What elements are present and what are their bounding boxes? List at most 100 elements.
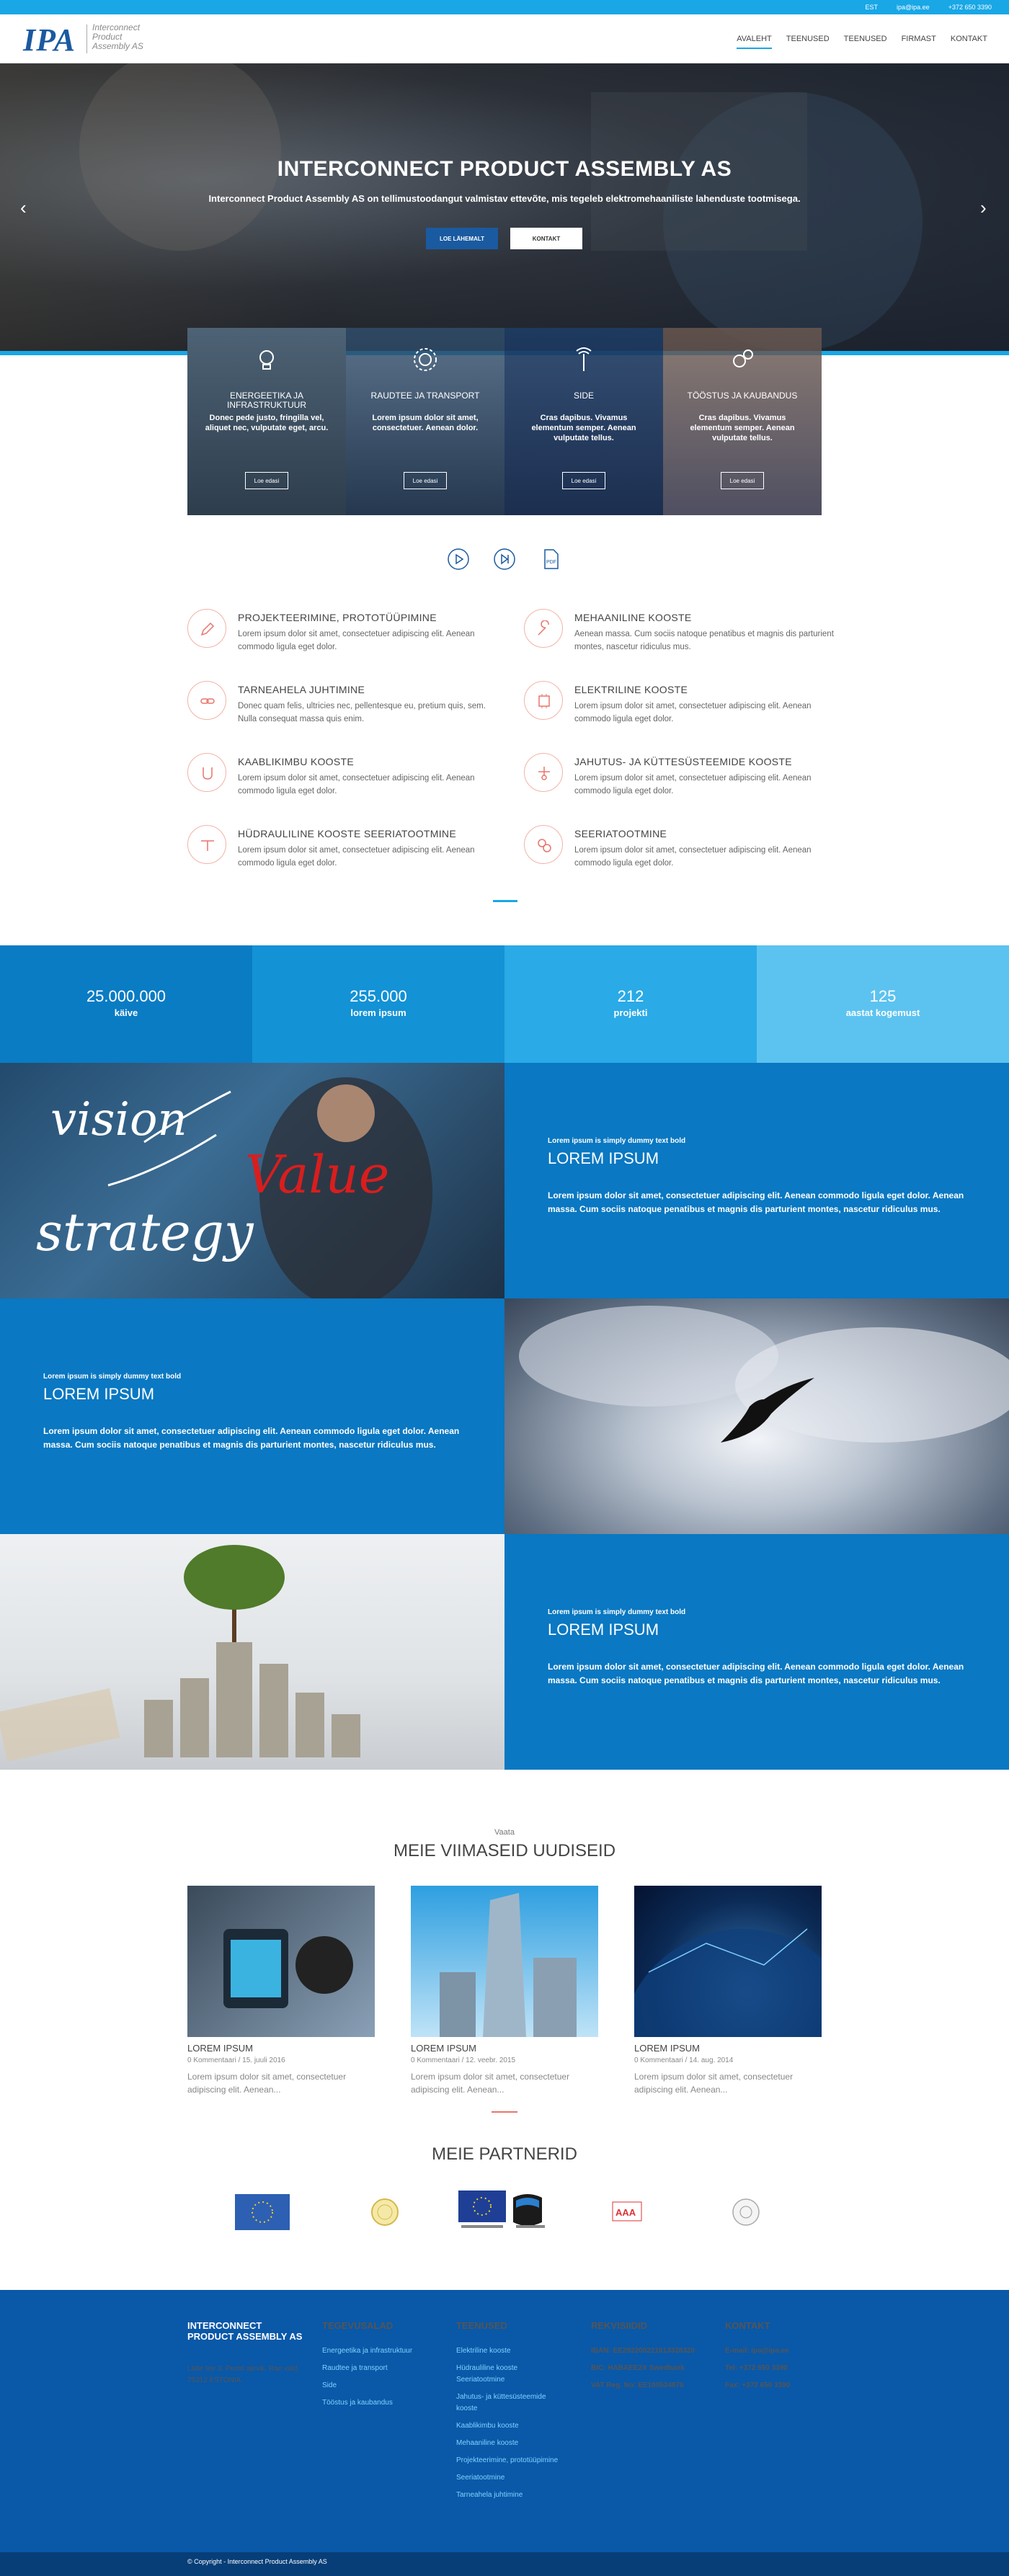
news-card[interactable]: LOREM IPSUM 0 Kommentaari / 15. juuli 20… bbox=[187, 1886, 375, 2096]
card-title: RAUDTEE JA TRANSPORT bbox=[370, 391, 480, 401]
top-bar: EST ipa@ipa.ee +372 650 3390 bbox=[0, 0, 1009, 14]
card-text: Cras dapibus. Vivamus elementum semper. … bbox=[531, 414, 636, 442]
footer-heading: KONTAKT bbox=[725, 2320, 770, 2331]
logo-text[interactable]: Interconnect Product Assembly AS bbox=[92, 23, 143, 51]
aaa-credit-logo[interactable]: AAA bbox=[609, 2196, 645, 2228]
service-icon-circle bbox=[524, 753, 563, 792]
hero-read-more-button[interactable]: LOE LÄHEMALT bbox=[426, 228, 498, 249]
hero-slider: INTERCONNECT PRODUCT ASSEMBLY AS Interco… bbox=[0, 63, 1009, 352]
service-icon-circle bbox=[187, 825, 226, 864]
footer-link[interactable]: Side bbox=[322, 2380, 445, 2392]
thermometer-icon bbox=[538, 767, 550, 780]
footer-iban: IBAN: EE292200221013328320 bbox=[591, 2347, 695, 2355]
nav-teenused[interactable]: TEENUSED bbox=[844, 35, 887, 49]
nav-firmast[interactable]: FIRMAST bbox=[902, 35, 936, 49]
industry-card-transport[interactable]: RAUDTEE JA TRANSPORT Lorem ipsum dolor s… bbox=[346, 328, 504, 515]
card-read-more-button[interactable]: Loe edasi bbox=[404, 472, 447, 489]
footer-link[interactable]: Raudtee ja transport bbox=[322, 2363, 445, 2374]
service-item[interactable]: ELEKTRILINE KOOSTE Lorem ipsum dolor sit… bbox=[524, 681, 848, 739]
nav-avaleht[interactable]: AVALEHT bbox=[737, 35, 772, 49]
news-title-text[interactable]: LOREM IPSUM bbox=[187, 2043, 375, 2054]
footer-company: INTERCONNECT PRODUCT ASSEMBLY AS Lätte t… bbox=[187, 2320, 310, 2386]
top-email-link[interactable]: ipa@ipa.ee bbox=[897, 4, 930, 11]
footer-phone[interactable]: Tel: +372 650 3390 bbox=[725, 2363, 848, 2374]
language-selector[interactable]: EST bbox=[866, 4, 879, 11]
top-phone-link[interactable]: +372 650 3390 bbox=[948, 4, 992, 11]
card-read-more-button[interactable]: Loe edasi bbox=[245, 472, 288, 489]
forward-circle-icon[interactable] bbox=[493, 548, 516, 571]
feature-image-sky bbox=[504, 1298, 1009, 1534]
stat-label: projekti bbox=[613, 1007, 648, 1018]
stat-number: 212 bbox=[617, 987, 644, 1005]
news-excerpt: Lorem ipsum dolor sit amet, consectetuer… bbox=[411, 2072, 570, 2095]
service-item[interactable]: KAABLIKIMBU KOOSTE Lorem ipsum dolor sit… bbox=[187, 753, 512, 811]
wrench-icon bbox=[538, 620, 549, 636]
footer-link[interactable]: Tööstus ja kaubandus bbox=[322, 2397, 445, 2409]
feature-text: Lorem ipsum dolor sit amet, consectetuer… bbox=[43, 1426, 460, 1450]
news-image[interactable] bbox=[187, 1886, 375, 2037]
footer-email[interactable]: E-mail: ipa@ipa.ee bbox=[725, 2345, 848, 2357]
main-nav: AVALEHT TEENUSED TEENUSED FIRMAST KONTAK… bbox=[737, 35, 987, 49]
service-title: HÜDRAULILINE KOOSTE SEERIATOOTMINE bbox=[238, 828, 456, 839]
eu-funds-logo[interactable] bbox=[458, 2191, 552, 2238]
lightbulb-icon bbox=[259, 350, 274, 370]
news-title-text[interactable]: LOREM IPSUM bbox=[634, 2043, 822, 2054]
hero-contact-button[interactable]: KONTAKT bbox=[510, 228, 582, 249]
eu-flag-logo[interactable] bbox=[235, 2194, 290, 2230]
service-item[interactable]: SEERIATOOTMINE Lorem ipsum dolor sit ame… bbox=[524, 825, 848, 883]
service-item[interactable]: PROJEKTEERIMINE, PROTOTÜÜPIMINE Lorem ip… bbox=[187, 609, 512, 667]
feature-image-coins bbox=[0, 1534, 504, 1770]
footer-link[interactable]: Hüdrauliline kooste Seeriatootmine bbox=[456, 2363, 564, 2386]
industry-card-energy[interactable]: ENERGEETIKA JA INFRASTRUKTUUR Donec pede… bbox=[187, 328, 346, 515]
card-title: ENERGEETIKA JA INFRASTRUKTUUR bbox=[227, 391, 306, 410]
card-text: Lorem ipsum dolor sit amet, consectetuer… bbox=[372, 414, 479, 432]
antenna-icon bbox=[576, 347, 592, 371]
logo-mark[interactable]: IPA bbox=[23, 22, 76, 58]
copyright-bar: © Copyright - Interconnect Product Assem… bbox=[0, 2552, 1009, 2576]
service-icon-circle bbox=[524, 609, 563, 648]
footer-link[interactable]: Elektriline kooste bbox=[456, 2345, 564, 2357]
news-meta: 0 Kommentaari / 14. aug. 2014 bbox=[634, 2056, 734, 2064]
pdf-document-icon[interactable]: PDF bbox=[539, 548, 562, 571]
slider-prev-icon[interactable]: ‹ bbox=[20, 197, 27, 219]
industry-cards: ENERGEETIKA JA INFRASTRUKTUUR Donec pede… bbox=[187, 328, 822, 515]
service-item[interactable]: JAHUTUS- JA KÜTTESÜSTEEMIDE KOOSTE Lorem… bbox=[524, 753, 848, 811]
news-image[interactable] bbox=[411, 1886, 598, 2037]
seal-logo[interactable] bbox=[370, 2198, 399, 2227]
slider-next-icon[interactable]: › bbox=[980, 197, 987, 219]
footer-link[interactable]: Seeriatootmine bbox=[456, 2472, 564, 2484]
service-text: Donec quam felis, ultricies nec, pellent… bbox=[238, 702, 486, 723]
camera-image bbox=[223, 1929, 353, 2008]
footer-link[interactable]: Projekteerimine, prototüüpimine bbox=[456, 2455, 564, 2466]
footer-heading: TEENUSED bbox=[456, 2320, 507, 2331]
card-text: Cras dapibus. Vivamus elementum semper. … bbox=[690, 414, 795, 442]
service-item[interactable]: TARNEAHELA JUHTIMINE Donec quam felis, u… bbox=[187, 681, 512, 739]
hero-title: INTERCONNECT PRODUCT ASSEMBLY AS bbox=[277, 157, 732, 181]
news-title-text[interactable]: LOREM IPSUM bbox=[411, 2043, 598, 2054]
cogs-icon bbox=[733, 349, 753, 367]
nav-tegevusalad[interactable]: TEENUSED bbox=[786, 35, 830, 49]
chamber-of-commerce-logo[interactable] bbox=[730, 2196, 762, 2228]
service-item[interactable]: MEHAANILINE KOOSTE Aenean massa. Cum soc… bbox=[524, 609, 848, 667]
stat-box: 212 projekti bbox=[504, 945, 757, 1063]
card-read-more-button[interactable]: Loe edasi bbox=[562, 472, 605, 489]
play-circle-icon[interactable] bbox=[447, 548, 470, 571]
industry-card-communication[interactable]: SIDE Cras dapibus. Vivamus elementum sem… bbox=[504, 328, 663, 515]
gear-icon bbox=[414, 348, 437, 371]
feature-text: Lorem ipsum dolor sit amet, consectetuer… bbox=[548, 1190, 964, 1214]
nav-kontakt[interactable]: KONTAKT bbox=[951, 35, 987, 49]
service-item[interactable]: HÜDRAULILINE KOOSTE SEERIATOOTMINE Lorem… bbox=[187, 825, 512, 883]
footer-link[interactable]: Jahutus- ja küttesüsteemide kooste bbox=[456, 2392, 564, 2415]
footer-link[interactable]: Kaablikimbu kooste bbox=[456, 2420, 564, 2432]
footer-link[interactable]: Energeetika ja infrastruktuur bbox=[322, 2345, 445, 2357]
section-divider bbox=[493, 900, 517, 902]
footer-link[interactable]: Tarneahela juhtimine bbox=[456, 2490, 564, 2501]
service-icon-circle bbox=[524, 825, 563, 864]
news-image[interactable] bbox=[634, 1886, 822, 2037]
footer-link[interactable]: Mehaaniline kooste bbox=[456, 2438, 564, 2449]
news-card[interactable]: LOREM IPSUM 0 Kommentaari / 14. aug. 201… bbox=[634, 1886, 822, 2096]
industry-card-industry[interactable]: TÖÖSTUS JA KAUBANDUS Cras dapibus. Vivam… bbox=[663, 328, 822, 515]
card-read-more-button[interactable]: Loe edasi bbox=[721, 472, 764, 489]
news-card[interactable]: LOREM IPSUM 0 Kommentaari / 12. veebr. 2… bbox=[411, 1886, 598, 2096]
footer-teenused: TEENUSED Elektriline kooste Hüdrauliline… bbox=[456, 2320, 564, 2501]
